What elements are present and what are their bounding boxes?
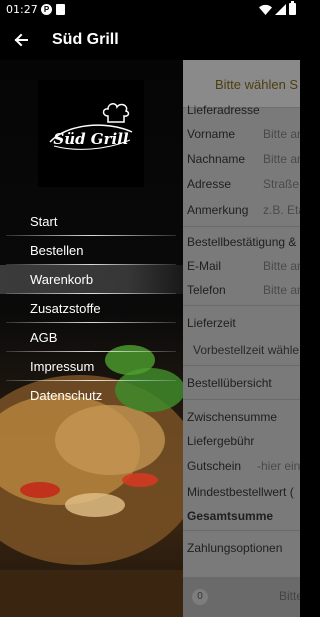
notification-icons: P bbox=[41, 4, 65, 15]
field-placeholder: Bitte an bbox=[263, 259, 300, 273]
menu-item-label: AGB bbox=[30, 330, 58, 345]
navigation-drawer: Süd Grill Start Bestellen Warenkorb Zusa… bbox=[0, 60, 183, 617]
lieferzeit-select[interactable]: Vorbestellzeit wähle bbox=[193, 343, 299, 357]
divider bbox=[183, 399, 300, 400]
field-anmerkung[interactable]: Anmerkung z.B. Eta bbox=[187, 203, 300, 217]
menu-item-impressum[interactable]: Impressum bbox=[0, 352, 183, 381]
menu-item-start[interactable]: Start bbox=[0, 207, 183, 236]
app-title: Süd Grill bbox=[52, 31, 119, 48]
field-label: Vorname bbox=[187, 127, 236, 141]
section-delivery-address: Lieferadresse bbox=[187, 103, 260, 117]
wifi-icon bbox=[259, 4, 272, 15]
checkout-bar: 0 Bitte bbox=[183, 577, 300, 617]
section-overview: Bestellübersicht bbox=[187, 376, 272, 390]
field-email[interactable]: E-Mail Bitte an bbox=[187, 259, 300, 273]
menu-item-datenschutz[interactable]: Datenschutz bbox=[0, 381, 183, 410]
page-header: Bitte wählen S bbox=[183, 60, 300, 108]
sd-card-icon bbox=[56, 4, 65, 15]
logo-text: Süd Grill bbox=[53, 130, 129, 148]
arrow-left-icon bbox=[14, 33, 28, 47]
gesamtsumme-label: Gesamtsumme bbox=[187, 509, 274, 523]
status-bar: 01:27 P bbox=[0, 0, 300, 20]
field-gutschein[interactable]: Gutschein -hier ein bbox=[187, 459, 300, 473]
menu-item-label: Datenschutz bbox=[30, 388, 103, 403]
liefergebuehr-label: Liefergebühr bbox=[187, 434, 255, 448]
drawer-menu: Start Bestellen Warenkorb Zusatzstoffe A… bbox=[0, 207, 183, 410]
field-placeholder: Bitte an bbox=[263, 283, 300, 297]
divider bbox=[183, 530, 300, 531]
status-time: 01:27 bbox=[6, 3, 38, 16]
checkout-button[interactable]: Bitte bbox=[279, 589, 300, 603]
menu-item-label: Bestellen bbox=[30, 243, 84, 258]
app-bar: Süd Grill bbox=[0, 20, 300, 60]
field-label: E-Mail bbox=[187, 259, 222, 273]
cart-count-badge: 0 bbox=[192, 589, 208, 605]
field-telefon[interactable]: Telefon Bitte an bbox=[187, 283, 300, 297]
field-label: Adresse bbox=[187, 177, 232, 191]
menu-item-label: Start bbox=[30, 214, 58, 229]
field-placeholder: Straße, bbox=[263, 177, 300, 191]
menu-item-zusatzstoffe[interactable]: Zusatzstoffe bbox=[0, 294, 183, 323]
app-notification-icon: P bbox=[41, 4, 52, 15]
field-placeholder: -hier ein bbox=[257, 459, 300, 473]
menu-item-warenkorb[interactable]: Warenkorb bbox=[0, 265, 183, 294]
logo: Süd Grill bbox=[38, 80, 144, 187]
field-label: Telefon bbox=[187, 283, 226, 297]
field-nachname[interactable]: Nachname Bitte an bbox=[187, 152, 300, 166]
field-label: Nachname bbox=[187, 152, 246, 166]
field-label: Gutschein bbox=[187, 459, 242, 473]
divider bbox=[183, 226, 300, 227]
field-placeholder: Bitte an bbox=[263, 127, 300, 141]
field-label: Anmerkung bbox=[187, 203, 249, 217]
field-adresse[interactable]: Adresse Straße, bbox=[187, 177, 300, 191]
cart-page-overlay[interactable]: Bitte wählen S Lieferadresse Vorname Bit… bbox=[183, 60, 300, 617]
menu-item-agb[interactable]: AGB bbox=[0, 323, 183, 352]
menu-item-label: Warenkorb bbox=[30, 272, 94, 287]
field-placeholder: z.B. Eta bbox=[263, 203, 300, 217]
section-lieferzeit: Lieferzeit bbox=[187, 316, 236, 330]
section-confirmation: Bestellbestätigung & bbox=[187, 235, 297, 249]
battery-icon bbox=[289, 1, 296, 15]
back-button[interactable] bbox=[8, 26, 36, 54]
mindestbestellwert-label: Mindestbestellwert ( bbox=[187, 485, 294, 499]
field-placeholder: Bitte an bbox=[263, 152, 300, 166]
divider bbox=[183, 365, 300, 366]
section-zahlungsoptionen: Zahlungsoptionen bbox=[187, 541, 283, 555]
signal-icon bbox=[275, 3, 286, 15]
menu-item-bestellen[interactable]: Bestellen bbox=[0, 236, 183, 265]
status-indicators bbox=[259, 1, 296, 15]
zwischensumme-label: Zwischensumme bbox=[187, 410, 278, 424]
divider bbox=[183, 305, 300, 306]
field-vorname[interactable]: Vorname Bitte an bbox=[187, 127, 300, 141]
page-header-text: Bitte wählen S bbox=[215, 77, 299, 92]
menu-item-label: Impressum bbox=[30, 359, 95, 374]
menu-item-label: Zusatzstoffe bbox=[30, 301, 101, 316]
